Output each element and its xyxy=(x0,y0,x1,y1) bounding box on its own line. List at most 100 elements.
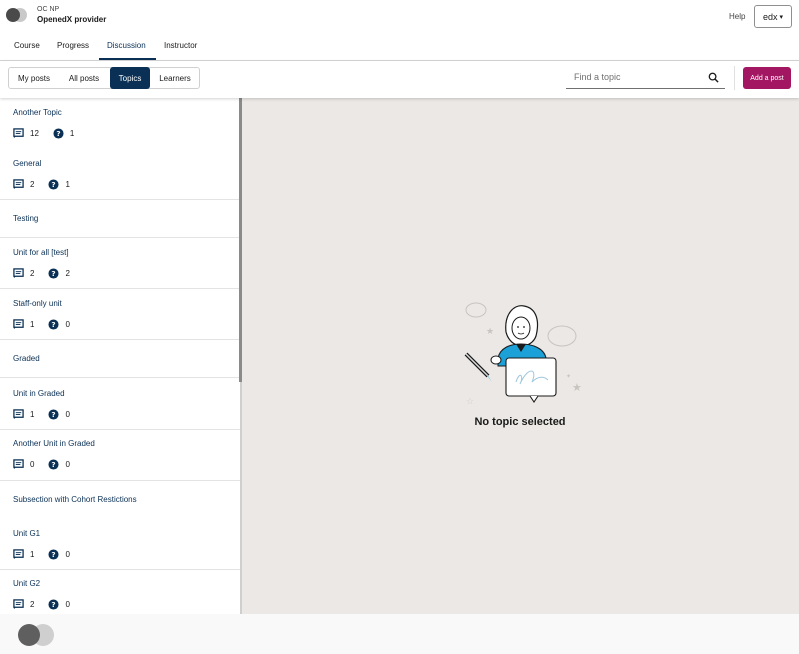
post-count: 2 xyxy=(30,269,35,278)
question-count: 1 xyxy=(69,129,75,138)
tab-instructor[interactable]: Instructor xyxy=(164,41,197,50)
tab-learners[interactable]: Learners xyxy=(152,67,198,89)
question-count: 0 xyxy=(65,550,70,559)
post-count: 2 xyxy=(30,180,35,189)
footer-logo[interactable] xyxy=(18,624,56,646)
post-count: 1 xyxy=(30,320,35,329)
topic-title[interactable]: Unit for all [test] xyxy=(13,248,69,257)
empty-state-message: No topic selected xyxy=(474,416,566,428)
tab-my-posts[interactable]: My posts xyxy=(9,67,59,89)
svg-text:?: ? xyxy=(52,410,56,419)
course-tabs: Course Progress Discussion Instructor xyxy=(0,35,799,61)
post-count: 1 xyxy=(30,410,35,419)
topic-title: General xyxy=(13,159,42,168)
footer xyxy=(0,614,799,654)
question-count: 1 xyxy=(65,180,70,189)
question-count: 0 xyxy=(65,460,70,469)
topic-search xyxy=(566,67,725,89)
topic-stats: 1 ? 0 xyxy=(13,549,84,560)
divider xyxy=(0,429,240,430)
divider xyxy=(734,66,735,90)
question-icon: ? xyxy=(48,549,59,560)
question-icon: ? xyxy=(48,319,59,330)
search-icon[interactable] xyxy=(708,72,719,83)
post-icon xyxy=(13,459,24,470)
divider xyxy=(0,377,240,378)
svg-text:?: ? xyxy=(52,180,56,189)
search-input[interactable] xyxy=(574,72,704,82)
question-count: 0 xyxy=(65,410,70,419)
question-count: 0 xyxy=(65,320,70,329)
post-count: 0 xyxy=(30,460,35,469)
svg-text:?: ? xyxy=(52,600,56,609)
topic-title[interactable]: Staff-only unit xyxy=(13,299,62,308)
chevron-down-icon: ▾ xyxy=(779,13,784,21)
topic-title[interactable]: Another Unit in Graded xyxy=(13,439,95,448)
topic-stats: 2 ? 0 xyxy=(13,599,84,610)
divider xyxy=(0,237,240,238)
topics-sidebar: Another Topic 12 ? 1 General 2 ? 1 Testi… xyxy=(0,98,242,614)
svg-text:☆: ☆ xyxy=(466,397,474,407)
course-title: OpenedX provider xyxy=(37,15,107,24)
topic-stats: 1 ? 0 xyxy=(13,319,84,330)
question-icon: ? xyxy=(48,409,59,420)
post-icon xyxy=(13,409,24,420)
question-icon: ? xyxy=(53,128,64,139)
tab-progress[interactable]: Progress xyxy=(57,41,89,50)
section-title: Testing xyxy=(13,214,39,223)
topic-item[interactable]: Another Topic 12 ? 1 General 2 ? 1 xyxy=(0,98,240,199)
question-icon: ? xyxy=(48,599,59,610)
post-icon xyxy=(13,599,24,610)
topic-title: Another Topic xyxy=(13,108,62,117)
tab-topics[interactable]: Topics xyxy=(110,67,150,89)
divider xyxy=(0,199,240,200)
svg-text:?: ? xyxy=(52,269,56,278)
topic-title[interactable]: Unit G2 xyxy=(13,579,40,588)
post-count: 2 xyxy=(30,600,35,609)
post-icon xyxy=(13,268,24,279)
svg-text:?: ? xyxy=(52,460,56,469)
svg-text:★: ★ xyxy=(572,381,582,394)
divider xyxy=(0,480,240,481)
divider xyxy=(0,339,240,340)
user-menu-label: edx xyxy=(762,11,778,22)
user-menu-button[interactable]: edx ▾ xyxy=(754,5,792,28)
tab-discussion[interactable]: Discussion xyxy=(107,41,146,50)
sidebar-scrollbar[interactable] xyxy=(239,98,242,382)
logo[interactable] xyxy=(6,8,28,22)
post-icon xyxy=(13,319,24,330)
svg-text:✦: ✦ xyxy=(566,373,571,380)
topic-title[interactable]: Unit in Graded xyxy=(13,389,65,398)
section-title: Graded xyxy=(13,354,40,363)
tab-course[interactable]: Course xyxy=(14,41,40,50)
course-org: OC NP xyxy=(37,6,60,13)
post-icon xyxy=(13,128,24,139)
topic-stats: 2 ? 2 xyxy=(13,268,84,279)
question-icon: ? xyxy=(48,268,59,279)
question-icon: ? xyxy=(48,179,59,190)
post-count: 12 xyxy=(30,129,39,138)
add-post-button[interactable]: Add a post xyxy=(743,67,791,89)
tab-all-posts[interactable]: All posts xyxy=(61,67,107,89)
svg-text:?: ? xyxy=(52,550,56,559)
divider xyxy=(0,288,240,289)
section-title: Subsection with Cohort Restictions xyxy=(13,495,137,504)
question-count: 0 xyxy=(65,600,70,609)
svg-text:★: ★ xyxy=(486,327,494,337)
site-header: OC NP OpenedX provider Help edx ▾ xyxy=(0,0,799,35)
post-icon xyxy=(13,549,24,560)
post-count: 1 xyxy=(30,550,35,559)
topic-stats: 1 ? 0 xyxy=(13,409,84,420)
topic-title[interactable]: Unit G1 xyxy=(13,529,40,538)
question-icon: ? xyxy=(48,459,59,470)
svg-text:?: ? xyxy=(52,320,56,329)
question-count: 2 xyxy=(65,269,70,278)
svg-text:?: ? xyxy=(56,129,60,138)
active-tab-indicator xyxy=(99,58,156,60)
discussion-nav: My posts All posts Topics Learners xyxy=(0,61,799,98)
help-link[interactable]: Help xyxy=(729,12,745,21)
post-icon xyxy=(13,179,24,190)
topic-stats: 2 ? 1 xyxy=(13,179,84,190)
topic-stats: 0 ? 0 xyxy=(13,459,84,470)
empty-state-illustration: ★ ★ ☆ ✦ xyxy=(464,302,582,407)
